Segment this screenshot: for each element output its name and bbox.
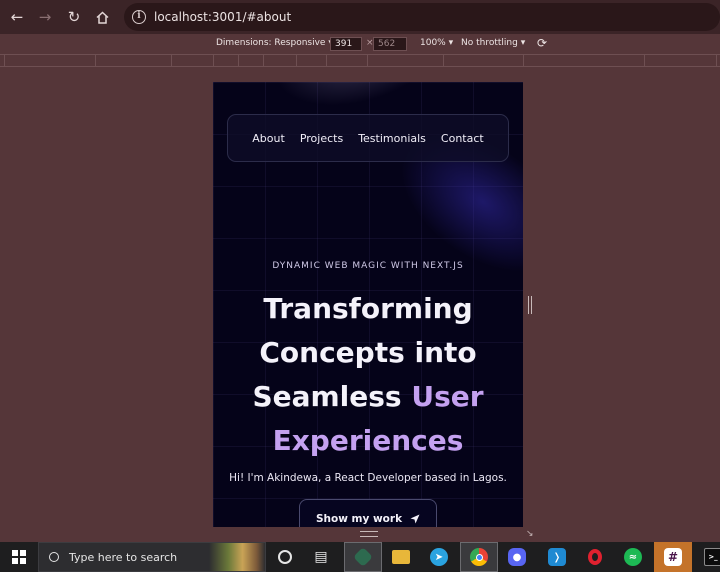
zoom-label: 100%: [420, 38, 446, 48]
zoom-dropdown[interactable]: 100% ▾: [420, 38, 453, 48]
address-bar[interactable]: i localhost:3001/#about: [124, 3, 720, 31]
nav-link-about[interactable]: About: [252, 132, 285, 145]
headline-accent: User: [411, 380, 484, 413]
task-view-icon: ▤: [314, 549, 328, 565]
taskbar-git-app[interactable]: [344, 542, 382, 572]
location-arrow-icon: [410, 514, 420, 524]
chevron-down-icon: ▾: [448, 38, 454, 48]
nav-link-projects[interactable]: Projects: [300, 132, 343, 145]
search-icon: [49, 552, 59, 562]
throttling-dropdown[interactable]: No throttling ▾: [461, 38, 525, 48]
search-placeholder: Type here to search: [69, 550, 178, 564]
taskbar-discord[interactable]: ●: [498, 542, 536, 572]
terminal-icon: >_: [704, 548, 720, 566]
media-query-ruler: [0, 54, 720, 67]
browser-toolbar: ← → ↻ i localhost:3001/#about: [0, 0, 720, 34]
taskbar-chrome[interactable]: [460, 542, 498, 572]
nav-link-contact[interactable]: Contact: [441, 132, 484, 145]
hero-eyebrow: DYNAMIC WEB MAGIC WITH NEXT.JS: [272, 261, 464, 271]
reload-icon: ↻: [67, 8, 81, 26]
viewport-resize-handle[interactable]: [528, 296, 532, 314]
dimensions-label: Dimensions: Responsive: [216, 38, 326, 48]
taskbar-search[interactable]: Type here to search: [38, 542, 266, 572]
corner-resize-icon[interactable]: ↘: [526, 529, 536, 539]
opera-icon: [588, 549, 602, 565]
url-text: localhost:3001/#about: [154, 10, 292, 24]
taskbar-file-explorer[interactable]: [382, 542, 420, 572]
taskbar-opera[interactable]: [576, 542, 614, 572]
home-button[interactable]: [88, 3, 116, 31]
device-viewport: About Projects Testimonials Contact DYNA…: [213, 82, 523, 527]
discord-icon: ●: [508, 548, 526, 566]
headline-line: Concepts into: [259, 336, 477, 369]
windows-start-button[interactable]: [12, 550, 26, 564]
headline-accent: Experiences: [272, 424, 464, 457]
device-toolbar: Dimensions: Responsive ▾ 391 × 562 100% …: [0, 34, 720, 54]
taskbar-telegram[interactable]: ➤: [420, 542, 458, 572]
nav-link-testimonials[interactable]: Testimonials: [358, 132, 426, 145]
taskbar-vscode[interactable]: ❭: [538, 542, 576, 572]
headline-text: Seamless: [252, 380, 402, 413]
vscode-icon: ❭: [548, 548, 566, 566]
slack-icon: #: [664, 548, 682, 566]
taskbar-slack[interactable]: #: [654, 542, 692, 572]
dimensions-dropdown[interactable]: Dimensions: Responsive ▾: [216, 38, 333, 48]
spotify-icon: ≈: [624, 548, 642, 566]
folder-icon: [392, 550, 410, 564]
throttling-label: No throttling: [461, 38, 518, 48]
home-icon: [95, 10, 109, 24]
cortana-icon: [278, 550, 292, 564]
windows-taskbar: Type here to search ▤ ➤ ● ❭ ≈ # >_: [0, 542, 720, 572]
chevron-down-icon: ▾: [520, 38, 526, 48]
cta-label: Show my work: [315, 513, 403, 525]
forward-arrow-icon: →: [38, 8, 52, 26]
width-input[interactable]: 391: [330, 37, 362, 51]
back-arrow-icon: ←: [10, 8, 24, 26]
rotate-icon[interactable]: ⟳: [537, 36, 547, 50]
taskbar-spotify[interactable]: ≈: [614, 542, 652, 572]
telegram-icon: ➤: [430, 548, 448, 566]
headline-line: Transforming: [263, 292, 473, 325]
taskbar-terminal[interactable]: >_: [694, 542, 720, 572]
height-input[interactable]: 562: [373, 37, 407, 51]
viewport-bottom-handle[interactable]: [360, 531, 378, 537]
show-work-button[interactable]: Show my work: [299, 499, 437, 527]
forward-button[interactable]: →: [31, 3, 59, 31]
task-view-button[interactable]: ▤: [302, 542, 340, 572]
reload-button[interactable]: ↻: [60, 3, 88, 31]
hero-intro: Hi! I'm Akindewa, a React Developer base…: [229, 472, 507, 484]
headline-line: Seamless User: [213, 375, 523, 419]
chrome-icon: [470, 548, 488, 566]
cortana-button[interactable]: [266, 542, 304, 572]
git-app-icon: [353, 547, 373, 567]
hero-headline: Transforming Concepts into Seamless User…: [213, 287, 523, 463]
site-info-icon[interactable]: i: [132, 10, 146, 24]
search-highlight-image: [209, 543, 265, 571]
site-nav: About Projects Testimonials Contact: [227, 114, 509, 162]
back-button[interactable]: ←: [3, 3, 31, 31]
